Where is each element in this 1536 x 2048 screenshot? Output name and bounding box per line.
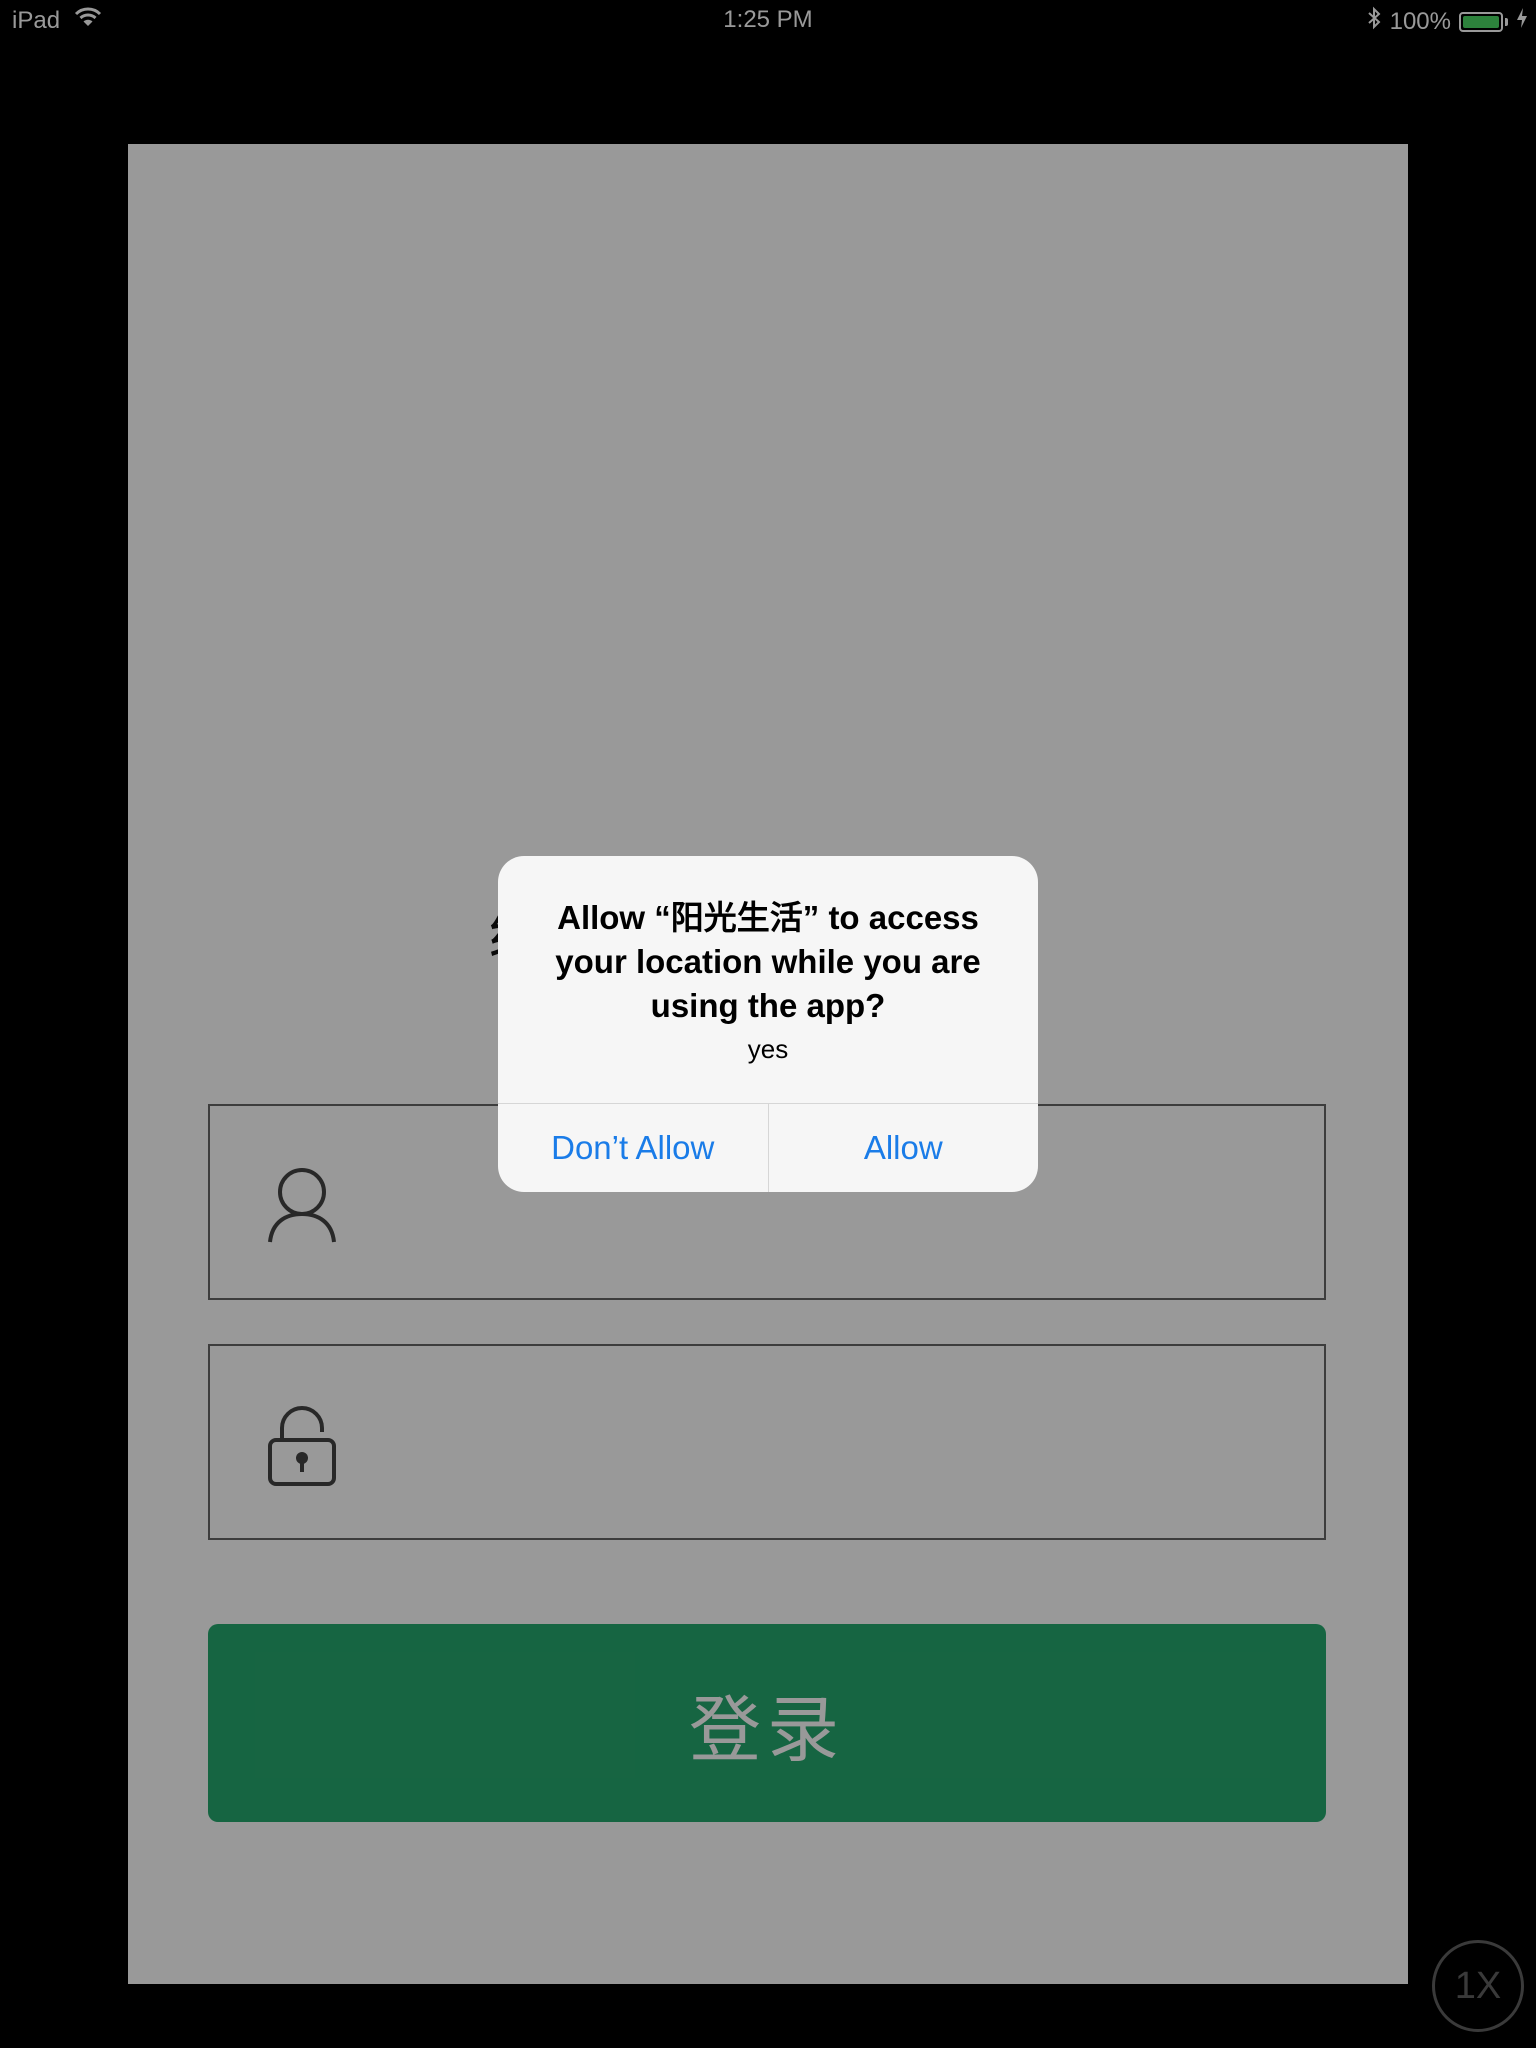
zoom-badge[interactable]: 1X (1432, 1940, 1524, 2032)
unlocked-padlock-icon (266, 1404, 338, 1488)
battery-percent: 100% (1389, 7, 1451, 35)
user-icon (266, 1164, 338, 1248)
login-button[interactable]: 登录 (208, 1624, 1326, 1822)
status-bar: iPad 1:25 PM 100% (0, 0, 1536, 40)
allow-button[interactable]: Allow (767, 1104, 1039, 1192)
charging-icon (1516, 7, 1528, 36)
battery-level (1463, 15, 1499, 28)
bluetooth-icon (1366, 6, 1382, 37)
battery-tip (1505, 17, 1508, 26)
alert-message: yes (747, 1034, 789, 1064)
status-right: 100% (1366, 6, 1528, 37)
dont-allow-button[interactable]: Don’t Allow (498, 1104, 768, 1192)
status-time: 1:25 PM (723, 6, 813, 33)
alert-button-row: Don’t Allow Allow (498, 1103, 1038, 1192)
location-permission-alert: Allow “阳光生活” to access your location whi… (498, 856, 1038, 1192)
alert-title: Allow “阳光生活” to access your location whi… (555, 899, 981, 1024)
password-field[interactable] (208, 1344, 1326, 1540)
battery-icon (1459, 11, 1503, 32)
